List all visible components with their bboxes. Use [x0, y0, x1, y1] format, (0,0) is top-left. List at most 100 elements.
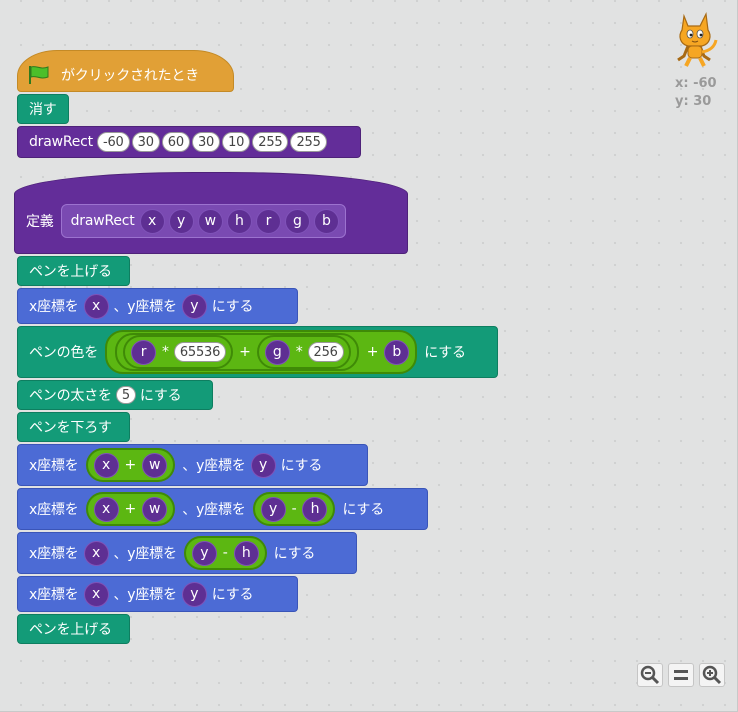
add-operator-outer[interactable]: r * 65536 + g * 256 + b	[105, 330, 418, 374]
var-x[interactable]: x	[83, 293, 109, 319]
plus-symbol: +	[366, 344, 379, 360]
pen-down-block[interactable]: ペンを下ろす	[17, 412, 130, 442]
sprite-y-readout: y: 30	[675, 94, 712, 109]
goto-xy-block[interactable]: x座標を x + w 、y座標を y にする	[17, 444, 368, 486]
goto-sep: 、y座標を	[113, 299, 177, 315]
set-size-label: ペンの太さを	[29, 388, 112, 404]
goto-xy-block[interactable]: x座標を x 、y座標を y にする	[17, 288, 298, 324]
pen-down-label: ペンを下ろす	[29, 420, 112, 436]
param-y[interactable]: y	[168, 208, 194, 234]
goto-suffix: にする	[280, 458, 323, 474]
pen-up-block[interactable]: ペンを上げる	[17, 256, 130, 286]
goto-sep: 、y座標を	[182, 502, 246, 518]
arg-r-input[interactable]: 10	[222, 132, 251, 152]
zoom-out-icon	[640, 665, 660, 685]
plus-symbol: +	[124, 457, 137, 473]
zoom-reset-button[interactable]	[668, 663, 694, 687]
param-g[interactable]: g	[284, 208, 310, 234]
drawrect-call-block[interactable]: drawRect -60 30 60 30 10 255 255	[17, 126, 361, 158]
times-symbol: *	[295, 344, 303, 360]
hat-label: がクリックされたとき	[61, 68, 199, 84]
var-w[interactable]: w	[142, 496, 168, 522]
arg-x-input[interactable]: -60	[96, 132, 130, 152]
var-b[interactable]: b	[384, 339, 410, 365]
arg-w-input[interactable]: 60	[161, 132, 190, 152]
define-prototype[interactable]: drawRect x y w h r g b	[60, 204, 346, 238]
var-g[interactable]: g	[264, 339, 290, 365]
var-x[interactable]: x	[83, 540, 109, 566]
goto-xy-block[interactable]: x座標を x 、y座標を y - h にする	[17, 532, 357, 574]
pen-size-input[interactable]: 5	[115, 386, 136, 404]
var-y[interactable]: y	[191, 540, 217, 566]
define-block[interactable]: 定義 drawRect x y w h r g b	[14, 172, 408, 254]
goto-sep: 、y座標を	[182, 458, 246, 474]
var-h[interactable]: h	[233, 540, 259, 566]
var-y[interactable]: y	[181, 293, 207, 319]
set-color-suffix: にする	[424, 345, 466, 361]
var-x[interactable]: x	[83, 581, 109, 607]
when-flag-clicked-block[interactable]: がクリックされたとき	[17, 50, 234, 92]
pen-up-block[interactable]: ペンを上げる	[17, 614, 130, 644]
var-x[interactable]: x	[93, 452, 119, 478]
arg-g-input[interactable]: 255	[252, 132, 289, 152]
arg-b-input[interactable]: 255	[290, 132, 327, 152]
goto-x-label: x座標を	[29, 546, 79, 562]
drawrect-call-name: drawRect	[29, 134, 93, 150]
param-h[interactable]: h	[226, 208, 252, 234]
minus-symbol: -	[291, 501, 297, 517]
set-color-label: ペンの色を	[29, 345, 98, 361]
define-proc-name: drawRect	[70, 213, 135, 229]
subtract-operator[interactable]: y - h	[252, 492, 336, 526]
var-r[interactable]: r	[131, 339, 156, 365]
var-y[interactable]: y	[260, 496, 286, 522]
goto-sep: 、y座標を	[113, 587, 177, 603]
zoom-reset-icon	[674, 670, 688, 680]
param-b[interactable]: b	[313, 208, 339, 234]
times-symbol: *	[162, 344, 169, 360]
goto-suffix: にする	[273, 546, 316, 562]
arg-h-input[interactable]: 30	[191, 132, 221, 152]
subtract-operator[interactable]: y - h	[183, 536, 267, 570]
clear-block[interactable]: 消す	[17, 94, 69, 124]
clear-label: 消す	[29, 102, 57, 118]
goto-suffix: にする	[211, 587, 254, 603]
zoom-out-button[interactable]	[637, 663, 663, 687]
set-pen-size-block[interactable]: ペンの太さを 5 にする	[17, 380, 213, 410]
num-65536[interactable]: 65536	[173, 342, 227, 362]
set-pen-color-block[interactable]: ペンの色を r * 65536 + g * 256 + b にする	[17, 326, 498, 378]
var-x[interactable]: x	[93, 496, 119, 522]
plus-symbol: +	[239, 344, 251, 360]
goto-suffix: にする	[211, 299, 254, 315]
var-h[interactable]: h	[302, 496, 328, 522]
goto-x-label: x座標を	[29, 299, 79, 315]
var-w[interactable]: w	[142, 452, 168, 478]
pen-up-label: ペンを上げる	[29, 264, 112, 280]
script-area[interactable]: がクリックされたとき 消す drawRect -60 30 60 30 10 2…	[0, 0, 738, 712]
var-y[interactable]: y	[250, 452, 276, 478]
param-w[interactable]: w	[197, 208, 223, 234]
goto-x-label: x座標を	[29, 502, 79, 518]
pen-up-label: ペンを上げる	[29, 622, 112, 638]
plus-symbol: +	[124, 501, 137, 517]
goto-x-label: x座標を	[29, 587, 79, 603]
param-x[interactable]: x	[139, 208, 165, 234]
multiply-operator-r[interactable]: r * 65536	[123, 335, 234, 369]
add-operator[interactable]: x + w	[85, 492, 176, 526]
add-operator[interactable]: x + w	[85, 448, 176, 482]
arg-y-input[interactable]: 30	[131, 132, 160, 152]
goto-xy-block[interactable]: x座標を x 、y座標を y にする	[17, 576, 298, 612]
green-flag-icon	[29, 66, 49, 84]
sprite-x-readout: x: -60	[675, 76, 717, 91]
minus-symbol: -	[222, 545, 228, 561]
num-256[interactable]: 256	[307, 342, 344, 362]
define-label: 定義	[26, 214, 54, 230]
multiply-operator-g[interactable]: g * 256	[256, 335, 351, 369]
zoom-in-icon	[702, 665, 722, 685]
var-y[interactable]: y	[181, 581, 207, 607]
add-operator-inner[interactable]: r * 65536 + g * 256	[115, 333, 359, 371]
goto-x-label: x座標を	[29, 458, 79, 474]
goto-xy-block[interactable]: x座標を x + w 、y座標を y - h にする	[17, 488, 428, 530]
zoom-in-button[interactable]	[699, 663, 725, 687]
goto-suffix: にする	[342, 502, 384, 518]
param-r[interactable]: r	[255, 208, 281, 234]
